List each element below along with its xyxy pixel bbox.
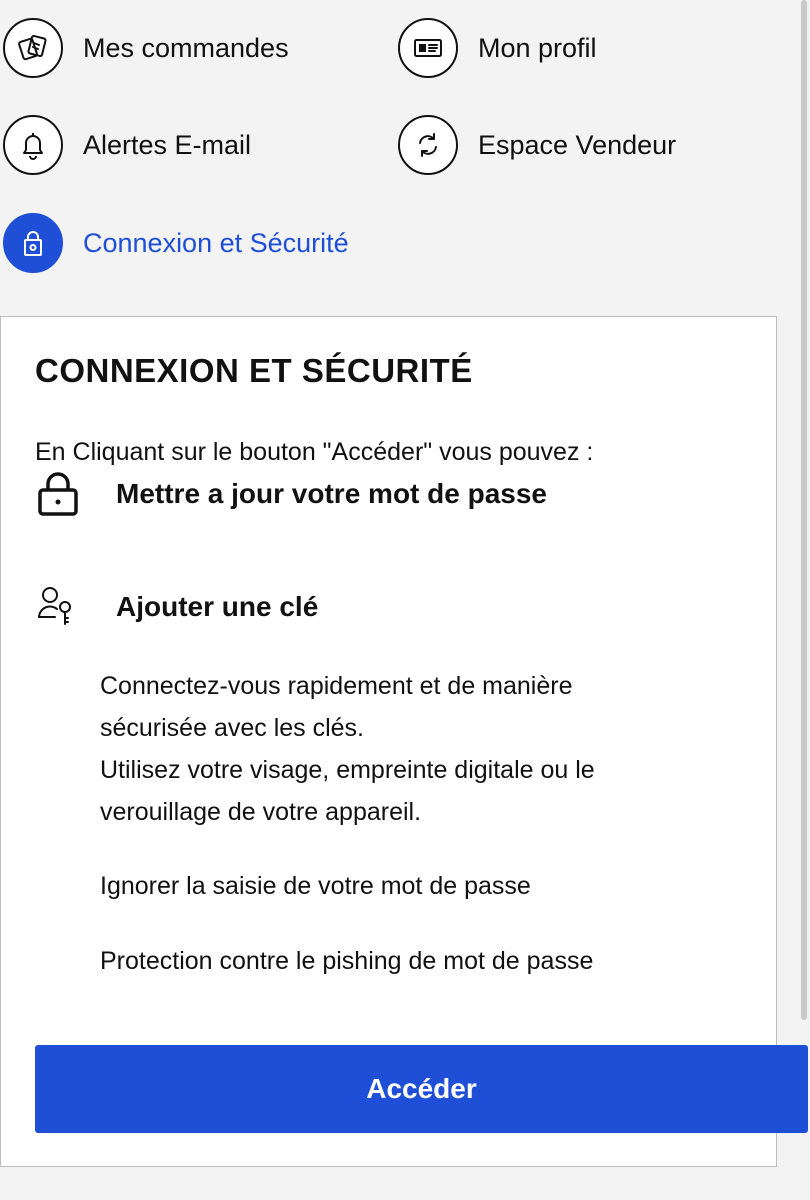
card-title: CONNEXION ET SÉCURITÉ [35,352,473,389]
nav-item-alertes-email[interactable]: Alertes E-mail [3,115,251,175]
nav-item-connexion-securite[interactable]: Connexion et Sécurité [3,213,349,273]
nav-item-mon-profil[interactable]: Mon profil [398,18,597,78]
nav-label: Mes commandes [83,32,289,63]
lock-icon [36,470,80,518]
lock-icon [3,213,63,273]
nav-label: Mon profil [478,32,597,63]
feature-update-password: Mettre a jour votre mot de passe [36,470,547,518]
user-key-icon [36,585,80,629]
nav-label: Connexion et Sécurité [83,227,349,258]
feature-add-key: Ajouter une clé [36,585,318,629]
scrollbar[interactable] [801,0,807,1020]
nav-item-mes-commandes[interactable]: Mes commandes [3,18,289,78]
refresh-icon [398,115,458,175]
nav-label: Alertes E-mail [83,129,252,160]
description-line: sécurisée avec les clés. [100,714,365,742]
nav-item-espace-vendeur[interactable]: Espace Vendeur [398,115,676,175]
tickets-icon [3,18,63,78]
passkey-description: Connectez-vous rapidement et de manière … [100,665,595,833]
intro-text: En Cliquant sur le bouton "Accéder" vous… [35,438,594,466]
description-line: verouillage de votre appareil. [100,798,422,826]
id-card-icon [398,18,458,78]
description-line: Utilisez votre visage, empreinte digital… [100,756,595,784]
acceder-button[interactable]: Accéder [35,1045,808,1133]
benefit-phishing-protection: Protection contre le pishing de mot de p… [100,947,594,975]
feature-label: Ajouter une clé [116,591,319,622]
description-line: Connectez-vous rapidement et de manière [100,672,573,700]
bell-icon [3,115,63,175]
feature-label: Mettre a jour votre mot de passe [116,478,548,509]
benefit-skip-password: Ignorer la saisie de votre mot de passe [100,872,531,900]
nav-label: Espace Vendeur [478,129,677,160]
